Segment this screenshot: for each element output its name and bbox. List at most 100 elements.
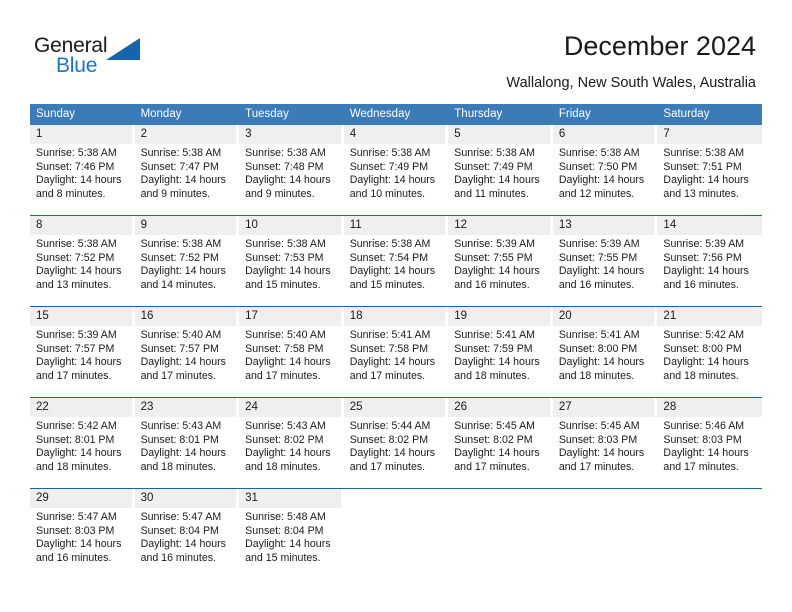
sunrise-text: Sunrise: 5:38 AM bbox=[245, 147, 326, 159]
day-cell[interactable]: 12 Sunrise: 5:39 AM Sunset: 7:55 PM Dayl… bbox=[448, 216, 553, 306]
day-cell[interactable]: 26 Sunrise: 5:45 AM Sunset: 8:02 PM Dayl… bbox=[448, 398, 553, 488]
day-cell[interactable]: 24 Sunrise: 5:43 AM Sunset: 8:02 PM Dayl… bbox=[239, 398, 344, 488]
day-details: Sunrise: 5:41 AM Sunset: 8:00 PM Dayligh… bbox=[553, 326, 655, 383]
weekday-header-friday: Friday bbox=[558, 108, 591, 120]
day-details: Sunrise: 5:38 AM Sunset: 7:51 PM Dayligh… bbox=[657, 144, 762, 201]
daylight-text-line1: Daylight: 14 hours bbox=[558, 174, 645, 187]
daylight-text-line1: Daylight: 14 hours bbox=[36, 265, 122, 278]
day-cell[interactable]: 8 Sunrise: 5:38 AM Sunset: 7:52 PM Dayli… bbox=[30, 216, 135, 306]
sunset-text: Sunset: 8:02 PM bbox=[245, 433, 324, 446]
daylight-text-line2: and 16 minutes. bbox=[36, 551, 112, 564]
day-details: Sunrise: 5:39 AM Sunset: 7:57 PM Dayligh… bbox=[30, 326, 132, 383]
daylight-text-line2: and 16 minutes. bbox=[454, 278, 530, 291]
day-cell[interactable]: 9 Sunrise: 5:38 AM Sunset: 7:52 PM Dayli… bbox=[134, 216, 240, 306]
sunset-text: Sunset: 8:02 PM bbox=[454, 433, 533, 446]
day-cell[interactable]: 11 Sunrise: 5:38 AM Sunset: 7:54 PM Dayl… bbox=[343, 216, 449, 306]
day-cell[interactable]: 28 Sunrise: 5:46 AM Sunset: 8:03 PM Dayl… bbox=[657, 398, 762, 488]
day-cell[interactable]: 23 Sunrise: 5:43 AM Sunset: 8:01 PM Dayl… bbox=[134, 398, 240, 488]
day-number: 1 bbox=[30, 125, 132, 144]
sunset-text: Sunset: 7:53 PM bbox=[245, 251, 324, 264]
day-cell[interactable]: 25 Sunrise: 5:44 AM Sunset: 8:02 PM Dayl… bbox=[343, 398, 449, 488]
daylight-text-line2: and 9 minutes. bbox=[245, 187, 315, 200]
daylight-text-line1: Daylight: 14 hours bbox=[663, 356, 749, 369]
day-details: Sunrise: 5:42 AM Sunset: 8:00 PM Dayligh… bbox=[657, 326, 762, 383]
sunrise-text: Sunrise: 5:39 AM bbox=[36, 329, 117, 341]
day-number: 2 bbox=[134, 125, 237, 144]
day-number: 7 bbox=[657, 125, 762, 144]
day-cell[interactable]: 18 Sunrise: 5:41 AM Sunset: 7:58 PM Dayl… bbox=[343, 307, 449, 397]
day-cell[interactable]: 15 Sunrise: 5:39 AM Sunset: 7:57 PM Dayl… bbox=[30, 307, 135, 397]
sunset-text: Sunset: 8:01 PM bbox=[36, 433, 115, 446]
day-cell[interactable]: 19 Sunrise: 5:41 AM Sunset: 7:59 PM Dayl… bbox=[448, 307, 553, 397]
brand-name-blue: Blue bbox=[56, 54, 98, 77]
daylight-text-line2: and 12 minutes. bbox=[558, 187, 635, 200]
day-cell[interactable]: 29 Sunrise: 5:47 AM Sunset: 8:03 PM Dayl… bbox=[30, 489, 135, 579]
day-details: Sunrise: 5:43 AM Sunset: 8:02 PM Dayligh… bbox=[239, 417, 341, 474]
sunrise-text: Sunrise: 5:45 AM bbox=[558, 420, 640, 432]
daylight-text-line2: and 16 minutes. bbox=[558, 278, 635, 291]
day-cell[interactable]: 14 Sunrise: 5:39 AM Sunset: 7:56 PM Dayl… bbox=[657, 216, 762, 306]
day-cell[interactable]: 21 Sunrise: 5:42 AM Sunset: 8:00 PM Dayl… bbox=[657, 307, 762, 397]
daylight-text-line2: and 9 minutes. bbox=[140, 187, 211, 200]
day-cell[interactable]: 31 Sunrise: 5:48 AM Sunset: 8:04 PM Dayl… bbox=[239, 489, 344, 579]
sunrise-text: Sunrise: 5:38 AM bbox=[140, 238, 222, 250]
day-cell[interactable]: 2 Sunrise: 5:38 AM Sunset: 7:47 PM Dayli… bbox=[134, 125, 240, 215]
day-number bbox=[448, 489, 550, 508]
daylight-text-line2: and 16 minutes. bbox=[663, 278, 739, 291]
sunrise-text: Sunrise: 5:40 AM bbox=[245, 329, 326, 341]
day-cell-empty bbox=[343, 489, 449, 579]
daylight-text-line2: and 16 minutes. bbox=[140, 551, 216, 564]
sunrise-text: Sunrise: 5:48 AM bbox=[245, 511, 326, 523]
day-number: 11 bbox=[343, 216, 446, 235]
sunrise-text: Sunrise: 5:38 AM bbox=[140, 147, 222, 159]
day-details: Sunrise: 5:38 AM Sunset: 7:49 PM Dayligh… bbox=[448, 144, 550, 201]
daylight-text-line1: Daylight: 14 hours bbox=[663, 265, 749, 278]
day-details: Sunrise: 5:45 AM Sunset: 8:03 PM Dayligh… bbox=[553, 417, 655, 474]
day-cell[interactable]: 22 Sunrise: 5:42 AM Sunset: 8:01 PM Dayl… bbox=[30, 398, 135, 488]
day-cell[interactable]: 30 Sunrise: 5:47 AM Sunset: 8:04 PM Dayl… bbox=[134, 489, 240, 579]
daylight-text-line2: and 17 minutes. bbox=[663, 460, 739, 473]
daylight-text-line2: and 15 minutes. bbox=[349, 278, 426, 291]
day-cell[interactable]: 16 Sunrise: 5:40 AM Sunset: 7:57 PM Dayl… bbox=[134, 307, 240, 397]
sunrise-text: Sunrise: 5:41 AM bbox=[349, 329, 431, 341]
day-cell[interactable]: 7 Sunrise: 5:38 AM Sunset: 7:51 PM Dayli… bbox=[657, 125, 762, 215]
day-details: Sunrise: 5:38 AM Sunset: 7:49 PM Dayligh… bbox=[344, 144, 446, 201]
daylight-text-line2: and 14 minutes. bbox=[140, 278, 216, 291]
weekday-header-monday: Monday bbox=[140, 108, 182, 120]
day-cell[interactable]: 27 Sunrise: 5:45 AM Sunset: 8:03 PM Dayl… bbox=[552, 398, 658, 488]
day-cell[interactable]: 20 Sunrise: 5:41 AM Sunset: 8:00 PM Dayl… bbox=[552, 307, 658, 397]
sunset-text: Sunset: 7:51 PM bbox=[663, 160, 742, 173]
daylight-text-line2: and 17 minutes. bbox=[454, 460, 530, 473]
sunset-text: Sunset: 8:00 PM bbox=[558, 342, 638, 355]
sunrise-text: Sunrise: 5:38 AM bbox=[245, 238, 326, 250]
day-number: 23 bbox=[134, 398, 237, 417]
calendar-week-row: 22 Sunrise: 5:42 AM Sunset: 8:01 PM Dayl… bbox=[30, 397, 762, 488]
day-cell[interactable]: 17 Sunrise: 5:40 AM Sunset: 7:58 PM Dayl… bbox=[239, 307, 344, 397]
day-cell[interactable]: 3 Sunrise: 5:38 AM Sunset: 7:48 PM Dayli… bbox=[239, 125, 344, 215]
day-details: Sunrise: 5:38 AM Sunset: 7:54 PM Dayligh… bbox=[344, 235, 446, 292]
day-details: Sunrise: 5:38 AM Sunset: 7:52 PM Dayligh… bbox=[135, 235, 237, 292]
day-cell[interactable]: 5 Sunrise: 5:38 AM Sunset: 7:49 PM Dayli… bbox=[448, 125, 553, 215]
day-cell[interactable]: 4 Sunrise: 5:38 AM Sunset: 7:49 PM Dayli… bbox=[343, 125, 449, 215]
day-details: Sunrise: 5:44 AM Sunset: 8:02 PM Dayligh… bbox=[344, 417, 446, 474]
day-cell[interactable]: 13 Sunrise: 5:39 AM Sunset: 7:55 PM Dayl… bbox=[552, 216, 658, 306]
day-cell[interactable]: 6 Sunrise: 5:38 AM Sunset: 7:50 PM Dayli… bbox=[552, 125, 658, 215]
daylight-text-line1: Daylight: 14 hours bbox=[454, 174, 540, 187]
sunset-text: Sunset: 8:00 PM bbox=[663, 342, 742, 355]
daylight-text-line1: Daylight: 14 hours bbox=[349, 356, 436, 369]
daylight-text-line1: Daylight: 14 hours bbox=[349, 174, 436, 187]
day-number: 5 bbox=[448, 125, 550, 144]
day-number: 21 bbox=[657, 307, 762, 326]
brand-logo[interactable]: General Blue bbox=[34, 34, 164, 82]
daylight-text-line1: Daylight: 14 hours bbox=[140, 538, 226, 551]
daylight-text-line2: and 13 minutes. bbox=[36, 278, 112, 291]
sunset-text: Sunset: 7:58 PM bbox=[349, 342, 429, 355]
day-cell[interactable]: 10 Sunrise: 5:38 AM Sunset: 7:53 PM Dayl… bbox=[239, 216, 344, 306]
daylight-text-line2: and 13 minutes. bbox=[663, 187, 739, 200]
daylight-text-line2: and 17 minutes. bbox=[245, 369, 321, 382]
sunrise-text: Sunrise: 5:40 AM bbox=[140, 329, 222, 341]
daylight-text-line1: Daylight: 14 hours bbox=[349, 265, 436, 278]
daylight-text-line2: and 18 minutes. bbox=[245, 460, 321, 473]
sunrise-text: Sunrise: 5:38 AM bbox=[349, 147, 431, 159]
day-cell[interactable]: 1 Sunrise: 5:38 AM Sunset: 7:46 PM Dayli… bbox=[30, 125, 135, 215]
